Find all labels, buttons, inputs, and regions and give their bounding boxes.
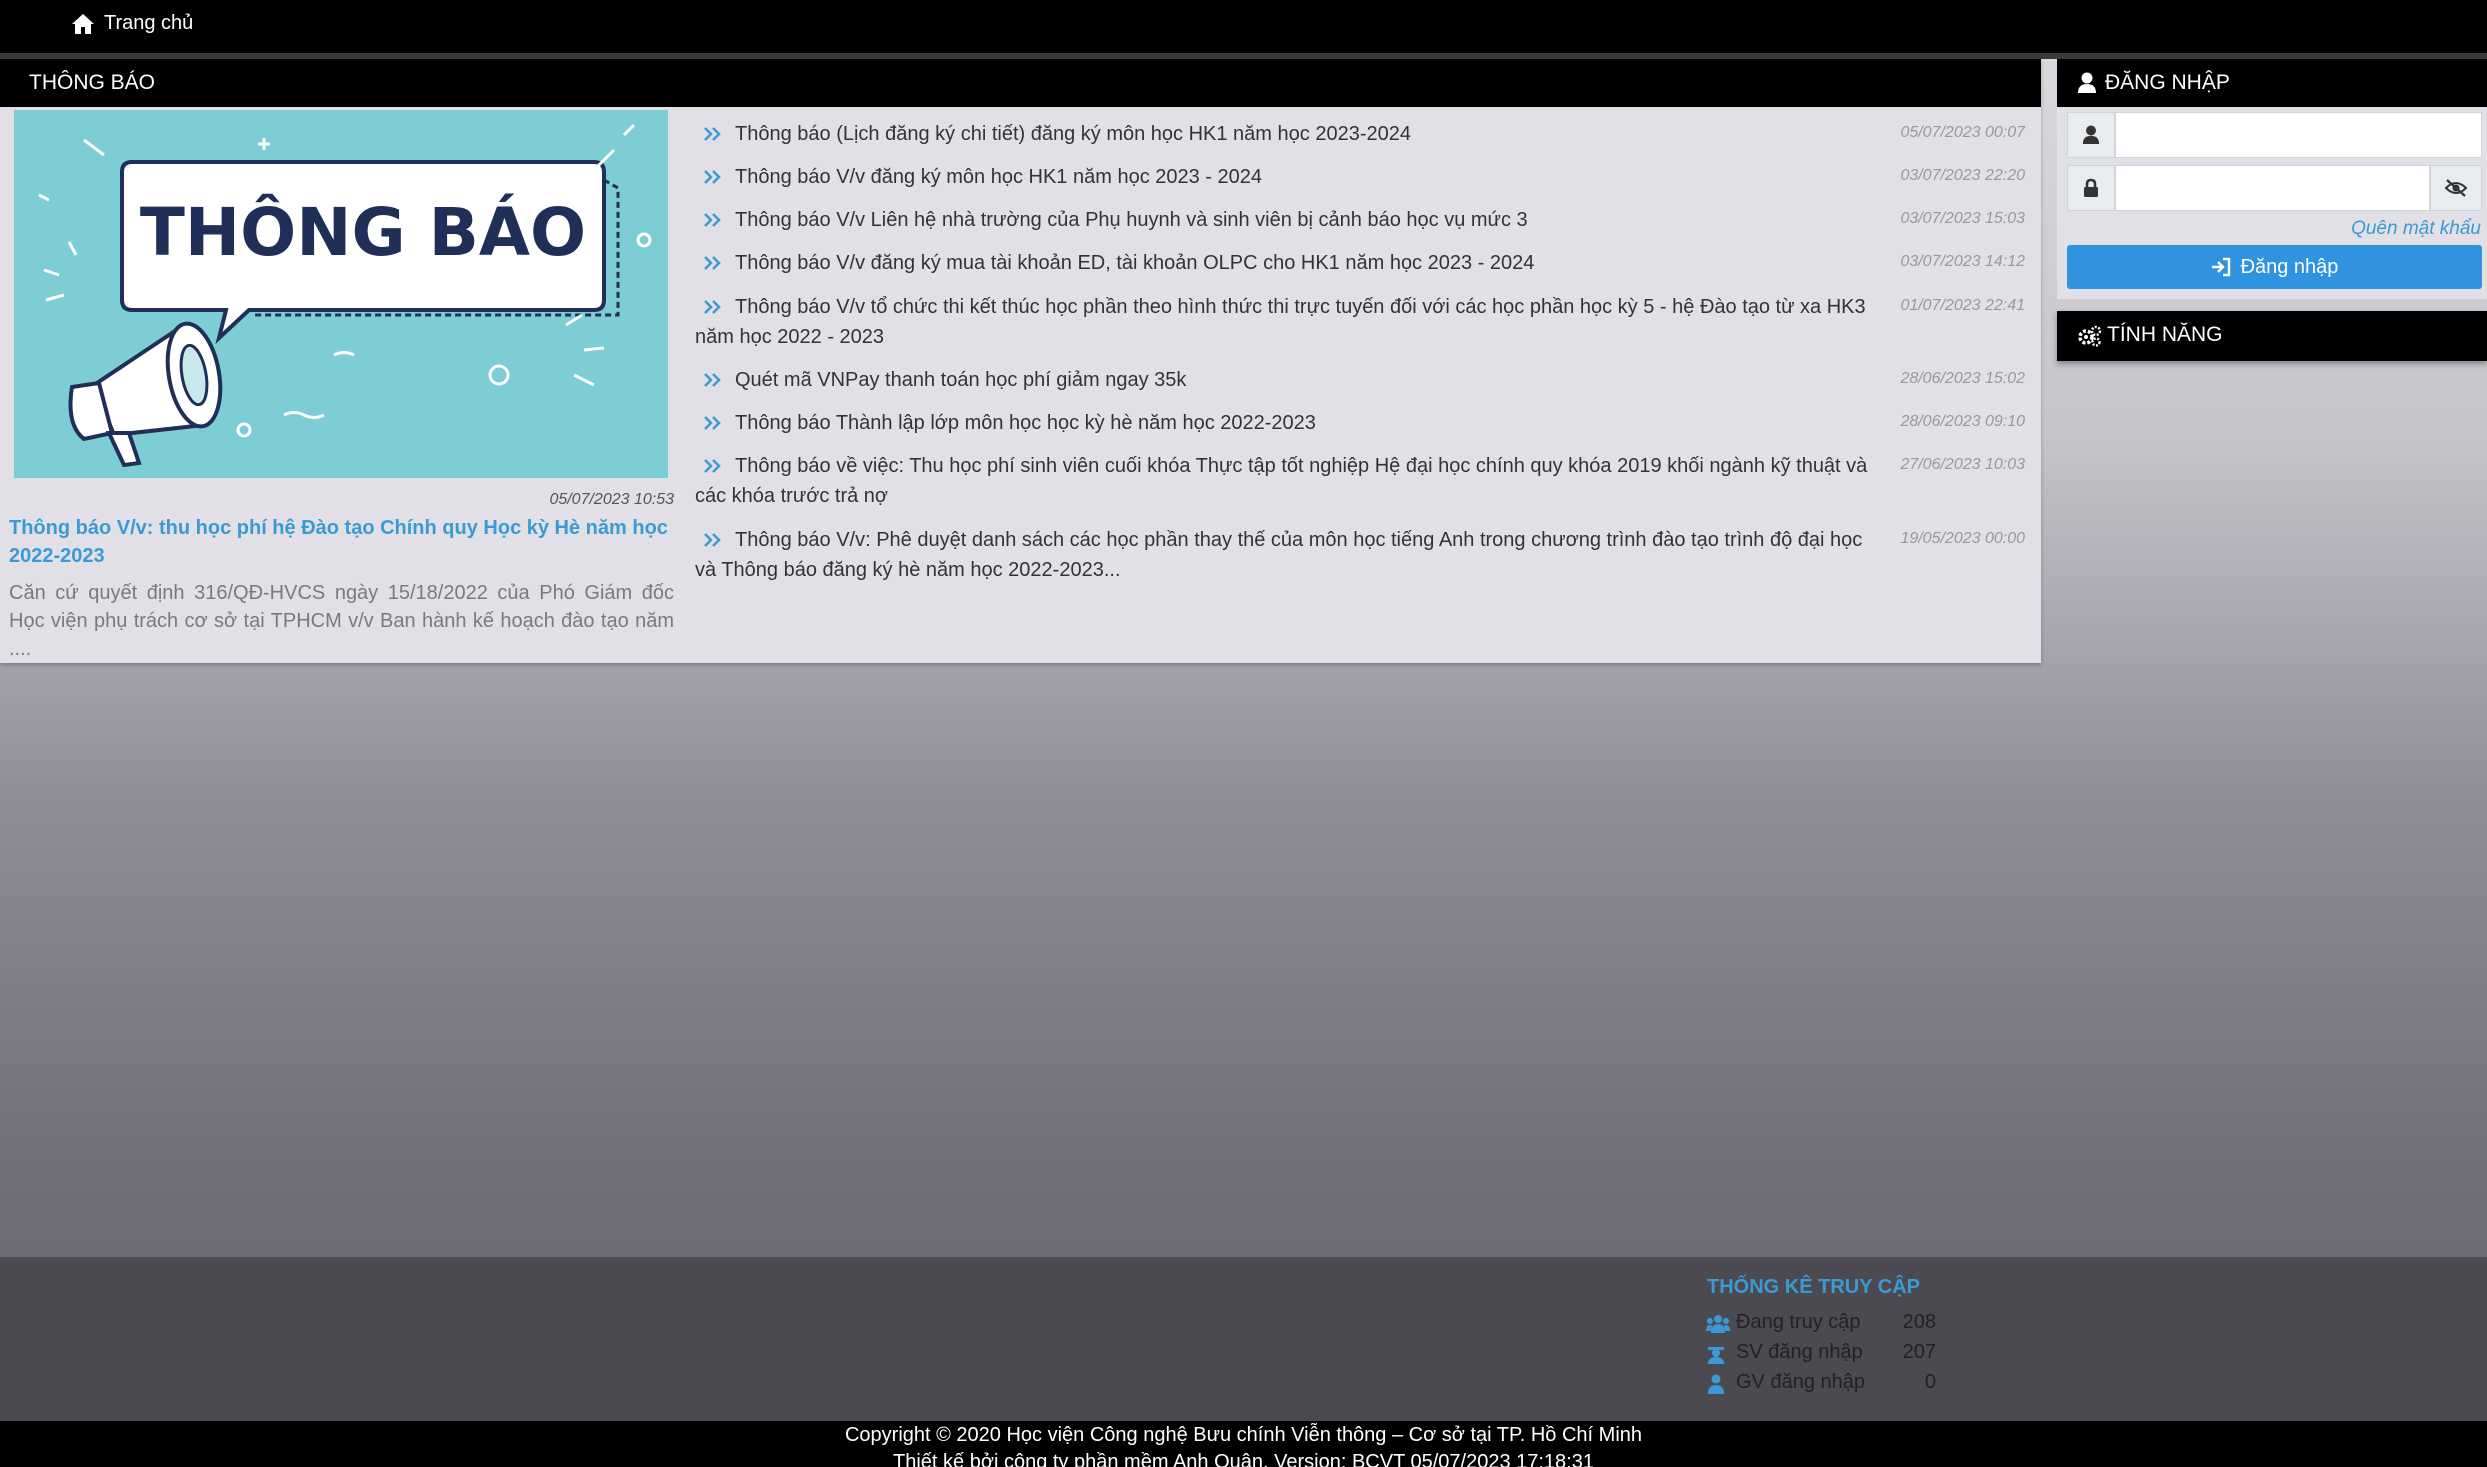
password-addon [2067,165,2115,211]
user-icon [2082,125,2100,144]
home-icon [72,13,94,34]
cogs-icon [2078,325,2102,347]
announcement-link[interactable]: Thông báo Thành lập lớp môn học học kỳ h… [695,408,1880,438]
announcement-link[interactable]: Thông báo V/v Liên hệ nhà trường của Phụ… [695,205,1880,235]
student-icon [1708,1347,1724,1364]
stat-value: 0 [1924,1371,1936,1393]
announcements-panel: THÔNG BÁO THÔNG BÁO 05/07/2023 10:53 Thô… [0,59,2041,663]
footer-stats-band [0,1257,2487,1421]
login-button[interactable]: Đăng nhập [2067,245,2482,289]
teacher-icon [1708,1374,1724,1394]
megaphone-illustration: THÔNG BÁO [14,110,668,478]
users-icon [1706,1315,1730,1333]
announcement-date: 03/07/2023 14:12 [1900,253,2025,270]
username-input[interactable] [2115,112,2482,158]
username-row [2067,112,2482,158]
megaphone-banner-text: THÔNG BÁO [140,193,586,271]
features-header-title: TÍNH NĂNG [2107,323,2223,346]
announcement-link[interactable]: Thông báo V/v: Phê duyệt danh sách các h… [695,525,1880,585]
announcement-link[interactable]: Thông báo V/v tổ chức thi kết thúc học p… [695,292,1880,352]
login-header-title: ĐĂNG NHẬP [2105,71,2230,94]
announcement-date: 27/06/2023 10:03 [1900,456,2025,473]
announcements-header: THÔNG BÁO [0,59,2041,107]
announcement-date: 28/06/2023 09:10 [1900,413,2025,430]
home-link-label: Trang chủ [104,12,194,34]
double-chevron-right-icon [704,533,721,547]
announcement-link[interactable]: Thông báo V/v đăng ký môn học HK1 năm họ… [695,162,1880,192]
featured-date: 05/07/2023 10:53 [549,491,674,508]
eye-slash-icon [2444,179,2468,197]
stat-value: 208 [1902,1311,1936,1333]
password-input[interactable] [2115,165,2430,211]
announcement-link[interactable]: Quét mã VNPay thanh toán học phí giảm ng… [695,365,1880,395]
stat-label: Đang truy cập [1736,1311,1861,1333]
user-icon [2078,72,2096,93]
double-chevron-right-icon [704,170,721,184]
announcement-date: 01/07/2023 22:41 [1900,297,2025,314]
login-button-label: Đăng nhập [2240,255,2339,278]
double-chevron-right-icon [704,256,721,270]
home-link[interactable]: Trang chủ [71,0,193,47]
stat-value: 207 [1902,1341,1936,1363]
copyright-footer: Copyright © 2020 Học viện Công nghệ Bưu … [0,1421,2487,1467]
sign-in-icon [2211,257,2230,277]
double-chevron-right-icon [704,300,721,314]
top-navbar: Trang chủ [0,0,2487,53]
announcement-date: 19/05/2023 00:00 [1900,530,2025,547]
password-row [2067,165,2482,211]
double-chevron-right-icon [704,373,721,387]
username-addon [2067,112,2115,158]
stat-label: GV đăng nhập [1736,1371,1865,1393]
login-header: ĐĂNG NHẬP [2057,59,2487,107]
double-chevron-right-icon [704,213,721,227]
double-chevron-right-icon [704,459,721,473]
toggle-password-button[interactable] [2430,165,2482,211]
announcement-date: 28/06/2023 15:02 [1900,370,2025,387]
features-panel[interactable]: TÍNH NĂNG [2057,311,2487,361]
announcement-date: 03/07/2023 22:20 [1900,167,2025,184]
featured-title-link[interactable]: Thông báo V/v: thu học phí hệ Đào tạo Ch… [9,514,674,570]
credits-text: Thiết kế bởi công ty phần mềm Anh Quân. … [893,1451,1594,1467]
stats-title: THỐNG KÊ TRUY CẬP [1707,1276,1920,1298]
login-panel: ĐĂNG NHẬP Quên mật khẩu Đăng nhập [2057,59,2487,299]
announcement-date: 05/07/2023 00:07 [1900,124,2025,141]
featured-announcement-image[interactable]: THÔNG BÁO [14,110,668,478]
lock-icon [2084,178,2098,197]
double-chevron-right-icon [704,416,721,430]
forgot-password-link[interactable]: Quên mật khẩu [2351,218,2481,240]
announcement-date: 03/07/2023 15:03 [1900,210,2025,227]
announcement-link[interactable]: Thông báo (Lịch đăng ký chi tiết) đăng k… [695,119,1880,149]
double-chevron-right-icon [704,127,721,141]
copyright-text: Copyright © 2020 Học viện Công nghệ Bưu … [844,1424,1643,1446]
announcement-link[interactable]: Thông báo V/v đăng ký mua tài khoản ED, … [695,248,1880,278]
stat-label: SV đăng nhập [1736,1341,1863,1363]
featured-excerpt: Căn cứ quyết định 316/QĐ-HVCS ngày 15/18… [9,582,674,660]
announcement-link[interactable]: Thông báo về việc: Thu học phí sinh viên… [695,451,1880,511]
